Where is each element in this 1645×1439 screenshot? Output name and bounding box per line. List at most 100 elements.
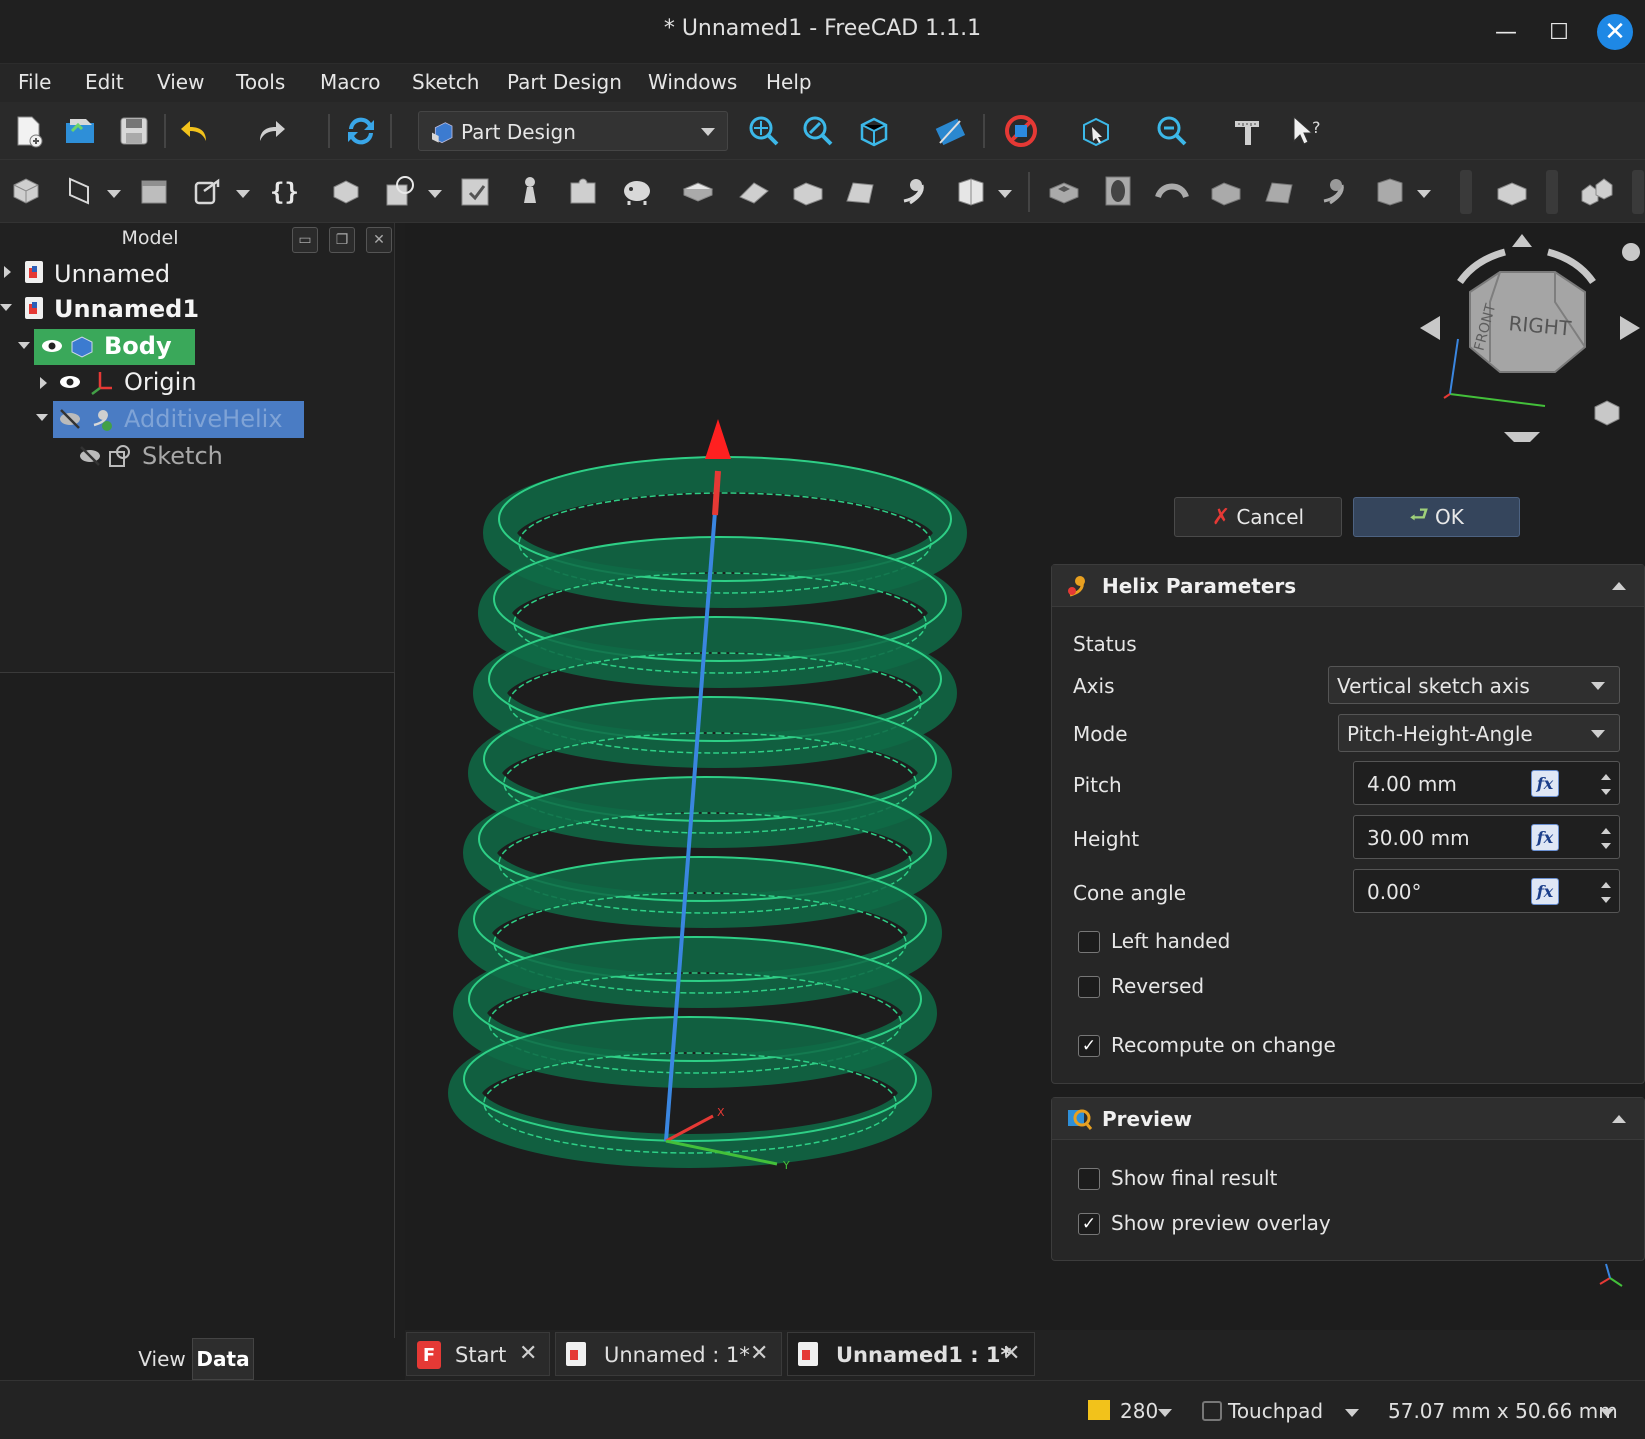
measure-icon[interactable] xyxy=(1229,113,1265,149)
subtractive-helix-icon[interactable] xyxy=(1316,173,1352,209)
pad-icon[interactable] xyxy=(328,173,364,209)
maximize-button[interactable]: ☐ xyxy=(1541,14,1577,50)
view-isometric-icon[interactable] xyxy=(856,113,892,149)
panel-restore-icon[interactable]: ❐ xyxy=(329,227,355,253)
eye-icon[interactable] xyxy=(56,368,84,396)
refresh-icon[interactable] xyxy=(343,113,379,149)
menu-sketch[interactable]: Sketch xyxy=(412,70,479,94)
subtractive-loft-icon[interactable] xyxy=(1208,173,1244,209)
save-icon[interactable] xyxy=(116,113,152,149)
check-geometry-icon[interactable] xyxy=(458,173,494,209)
menu-view[interactable]: View xyxy=(157,70,204,94)
menu-windows[interactable]: Windows xyxy=(648,70,737,94)
show-overlay-checkbox[interactable]: ✓ xyxy=(1078,1213,1100,1235)
mirrored-icon[interactable] xyxy=(1578,173,1614,209)
pitch-input[interactable]: 4.00 mm fx xyxy=(1353,761,1620,805)
sub-shape-icon[interactable] xyxy=(383,173,419,209)
new-document-icon[interactable] xyxy=(10,113,46,149)
binder-dropdown-icon[interactable] xyxy=(236,190,250,198)
subtractive-pipe-icon[interactable] xyxy=(1262,173,1298,209)
close-tab-icon[interactable]: ✕ xyxy=(519,1341,537,1366)
reversed-checkbox[interactable] xyxy=(1078,976,1100,998)
axis-select[interactable]: Vertical sketch axis xyxy=(1328,666,1620,704)
zoom-icon[interactable] xyxy=(1154,113,1190,149)
close-tab-icon[interactable]: ✕ xyxy=(750,1341,768,1366)
code-braces-icon[interactable]: {} xyxy=(266,173,302,209)
subshape-dropdown-icon[interactable] xyxy=(428,190,442,198)
menu-part-design[interactable]: Part Design xyxy=(507,70,622,94)
collapse-arrow-icon[interactable] xyxy=(36,414,48,421)
spin-down-icon[interactable] xyxy=(1601,789,1611,795)
workbench-selector[interactable]: Part Design xyxy=(418,111,728,151)
additive-loft-icon[interactable] xyxy=(736,173,772,209)
eye-icon[interactable] xyxy=(38,332,66,360)
menu-edit[interactable]: Edit xyxy=(85,70,124,94)
minimize-button[interactable]: — xyxy=(1488,14,1524,50)
preview-header[interactable]: Preview xyxy=(1052,1098,1644,1140)
hole-icon[interactable] xyxy=(1100,173,1136,209)
navigation-cube[interactable]: RIGHT FRONT xyxy=(1420,232,1640,450)
subtractive-dropdown-icon[interactable] xyxy=(1417,190,1431,198)
additive-helix-icon[interactable] xyxy=(896,173,932,209)
left-handed-checkbox[interactable] xyxy=(1078,931,1100,953)
show-final-checkbox[interactable] xyxy=(1078,1168,1100,1190)
collapse-arrow-icon[interactable] xyxy=(1612,1115,1626,1123)
spin-up-icon[interactable] xyxy=(1601,828,1611,834)
fit-all-icon[interactable] xyxy=(746,113,782,149)
undo-icon[interactable] xyxy=(178,113,214,149)
spin-up-icon[interactable] xyxy=(1601,774,1611,780)
close-tab-icon[interactable]: ✕ xyxy=(1002,1341,1020,1366)
open-icon[interactable] xyxy=(62,113,98,149)
menu-tools[interactable]: Tools xyxy=(236,70,285,94)
pocket-icon[interactable] xyxy=(1046,173,1082,209)
tree-item-unnamed1[interactable]: Unnamed1 xyxy=(54,291,199,327)
mode-select[interactable]: Pitch-Height-Angle xyxy=(1338,714,1620,752)
measure-view-icon[interactable] xyxy=(932,113,968,149)
subtractive-primitive-icon[interactable] xyxy=(1372,173,1408,209)
box-selection-icon[interactable] xyxy=(1078,113,1114,149)
additive-pipe-icon[interactable] xyxy=(843,173,879,209)
create-sketch-icon[interactable] xyxy=(62,173,98,209)
collapse-arrow-icon[interactable] xyxy=(0,304,12,311)
additive-wedge-icon[interactable] xyxy=(790,173,826,209)
panel-close-icon[interactable]: ✕ xyxy=(366,227,392,253)
chevron-down-icon[interactable] xyxy=(1158,1409,1172,1417)
menu-macro[interactable]: Macro xyxy=(320,70,381,94)
doc-tab-unnamed1[interactable]: Unnamed1 : 1* ✕ xyxy=(787,1332,1035,1376)
tree-item-additive-helix[interactable]: AdditiveHelix xyxy=(124,401,283,437)
sheep-icon[interactable] xyxy=(619,173,655,209)
puzzle-icon[interactable] xyxy=(565,173,601,209)
collapse-arrow-icon[interactable] xyxy=(1612,582,1626,590)
shape-binder-icon[interactable] xyxy=(190,173,226,209)
tree-item-body[interactable]: Body xyxy=(104,328,172,364)
panel-float-icon[interactable]: ▭ xyxy=(292,227,318,253)
chevron-down-icon[interactable] xyxy=(1345,1409,1359,1417)
whats-this-icon[interactable]: ? xyxy=(1288,113,1324,149)
tab-view[interactable]: View xyxy=(132,1338,192,1380)
spin-down-icon[interactable] xyxy=(1601,843,1611,849)
spin-up-icon[interactable] xyxy=(1601,882,1611,888)
formula-icon[interactable]: fx xyxy=(1531,878,1559,905)
pawn-icon[interactable] xyxy=(512,173,548,209)
draw-style-icon[interactable] xyxy=(1003,113,1039,149)
tree-item-unnamed[interactable]: Unnamed xyxy=(54,256,170,292)
hidden-eye-icon[interactable] xyxy=(76,442,104,470)
hidden-eye-icon[interactable] xyxy=(56,405,84,433)
notification-count[interactable]: 280 xyxy=(1120,1399,1158,1423)
create-clone-icon[interactable] xyxy=(136,173,172,209)
navigation-style[interactable]: Touchpad xyxy=(1228,1399,1323,1423)
toolbar-overflow-handle[interactable] xyxy=(1632,170,1644,214)
sketch-dropdown-icon[interactable] xyxy=(107,190,121,198)
doc-tab-unnamed[interactable]: Unnamed : 1* ✕ xyxy=(555,1332,782,1376)
toolbar-overflow-handle[interactable] xyxy=(1460,170,1472,214)
close-window-button[interactable]: ✕ xyxy=(1597,14,1633,50)
recompute-checkbox[interactable]: ✓ xyxy=(1078,1035,1100,1057)
expand-arrow-icon[interactable] xyxy=(40,377,47,389)
tree-item-origin[interactable]: Origin xyxy=(124,364,197,400)
fillet-icon[interactable] xyxy=(1494,173,1530,209)
cone-angle-input[interactable]: 0.00° fx xyxy=(1353,869,1620,913)
toolbar-overflow-handle[interactable] xyxy=(1546,170,1558,214)
fit-selection-icon[interactable] xyxy=(800,113,836,149)
menu-file[interactable]: File xyxy=(18,70,51,94)
helix-parameters-header[interactable]: Helix Parameters xyxy=(1052,565,1644,607)
